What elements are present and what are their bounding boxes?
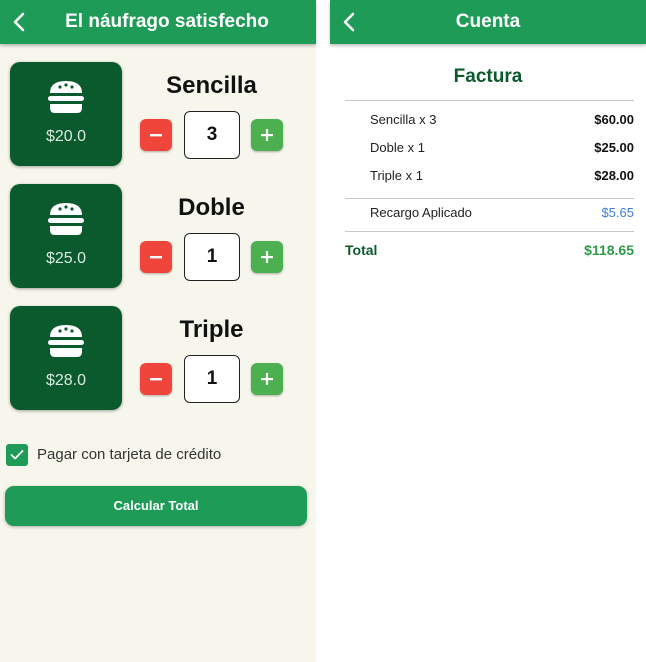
product-name: Doble <box>178 194 245 221</box>
burger-icon <box>48 81 84 113</box>
surcharge-line: Recargo Aplicado $5.65 <box>370 205 634 223</box>
order-screen: El náufrago satisfecho $20.0 Sencilla 3 <box>0 0 316 662</box>
product-row: $25.0 Doble 1 <box>0 184 316 290</box>
minus-icon <box>150 378 162 381</box>
line-amount: $25.00 <box>594 140 634 155</box>
minus-icon <box>150 256 162 259</box>
plus-icon <box>261 373 273 385</box>
total-amount: $118.65 <box>584 242 634 258</box>
calculate-total-button[interactable]: Calcular Total <box>5 486 307 526</box>
product-card[interactable]: $20.0 <box>10 62 122 166</box>
product-price: $20.0 <box>45 128 87 145</box>
product-row: $20.0 Sencilla 3 <box>0 62 316 168</box>
product-price: $25.0 <box>45 250 87 267</box>
minus-icon <box>150 134 162 137</box>
surcharge-label: Recargo Aplicado <box>370 205 472 220</box>
invoice-title: Factura <box>453 66 523 87</box>
product-card[interactable]: $25.0 <box>10 184 122 288</box>
decrement-button[interactable] <box>140 363 172 395</box>
product-row: $28.0 Triple 1 <box>0 306 316 412</box>
bill-screen: Cuenta Factura Sencilla x 3 $60.00 Doble… <box>330 0 646 662</box>
decrement-button[interactable] <box>140 241 172 273</box>
line-label: Doble x 1 <box>370 140 425 155</box>
quantity-field[interactable]: 1 <box>184 355 240 403</box>
total-row: Total $118.65 <box>345 242 634 262</box>
line-label: Triple x 1 <box>370 168 423 183</box>
product-card[interactable]: $28.0 <box>10 306 122 410</box>
product-name: Sencilla <box>166 72 257 99</box>
line-amount: $28.00 <box>594 168 634 183</box>
app-bar: El náufrago satisfecho <box>0 0 316 44</box>
total-label: Total <box>345 242 378 258</box>
invoice-line: Sencilla x 3 $60.00 <box>370 112 634 130</box>
credit-card-label[interactable]: Pagar con tarjeta de crédito <box>37 446 221 463</box>
line-amount: $60.00 <box>594 112 634 127</box>
app-title: El náufrago satisfecho <box>65 11 269 32</box>
divider <box>345 198 634 199</box>
app-title: Cuenta <box>455 11 521 32</box>
decrement-button[interactable] <box>140 119 172 151</box>
surcharge-amount: $5.65 <box>601 205 634 220</box>
burger-icon <box>48 325 84 357</box>
burger-icon <box>48 203 84 235</box>
credit-card-checkbox[interactable] <box>6 444 28 466</box>
divider <box>345 100 634 101</box>
product-price: $28.0 <box>45 372 87 389</box>
line-label: Sencilla x 3 <box>370 112 437 127</box>
plus-icon <box>261 251 273 263</box>
invoice-line: Doble x 1 $25.00 <box>370 140 634 158</box>
check-icon <box>10 450 24 460</box>
increment-button[interactable] <box>251 119 283 151</box>
invoice-line: Triple x 1 $28.00 <box>370 168 634 186</box>
quantity-field[interactable]: 1 <box>184 233 240 281</box>
increment-button[interactable] <box>251 241 283 273</box>
quantity-field[interactable]: 3 <box>184 111 240 159</box>
plus-icon <box>261 129 273 141</box>
product-name: Triple <box>179 316 244 343</box>
increment-button[interactable] <box>251 363 283 395</box>
divider <box>345 231 634 232</box>
app-bar: Cuenta <box>330 0 646 44</box>
